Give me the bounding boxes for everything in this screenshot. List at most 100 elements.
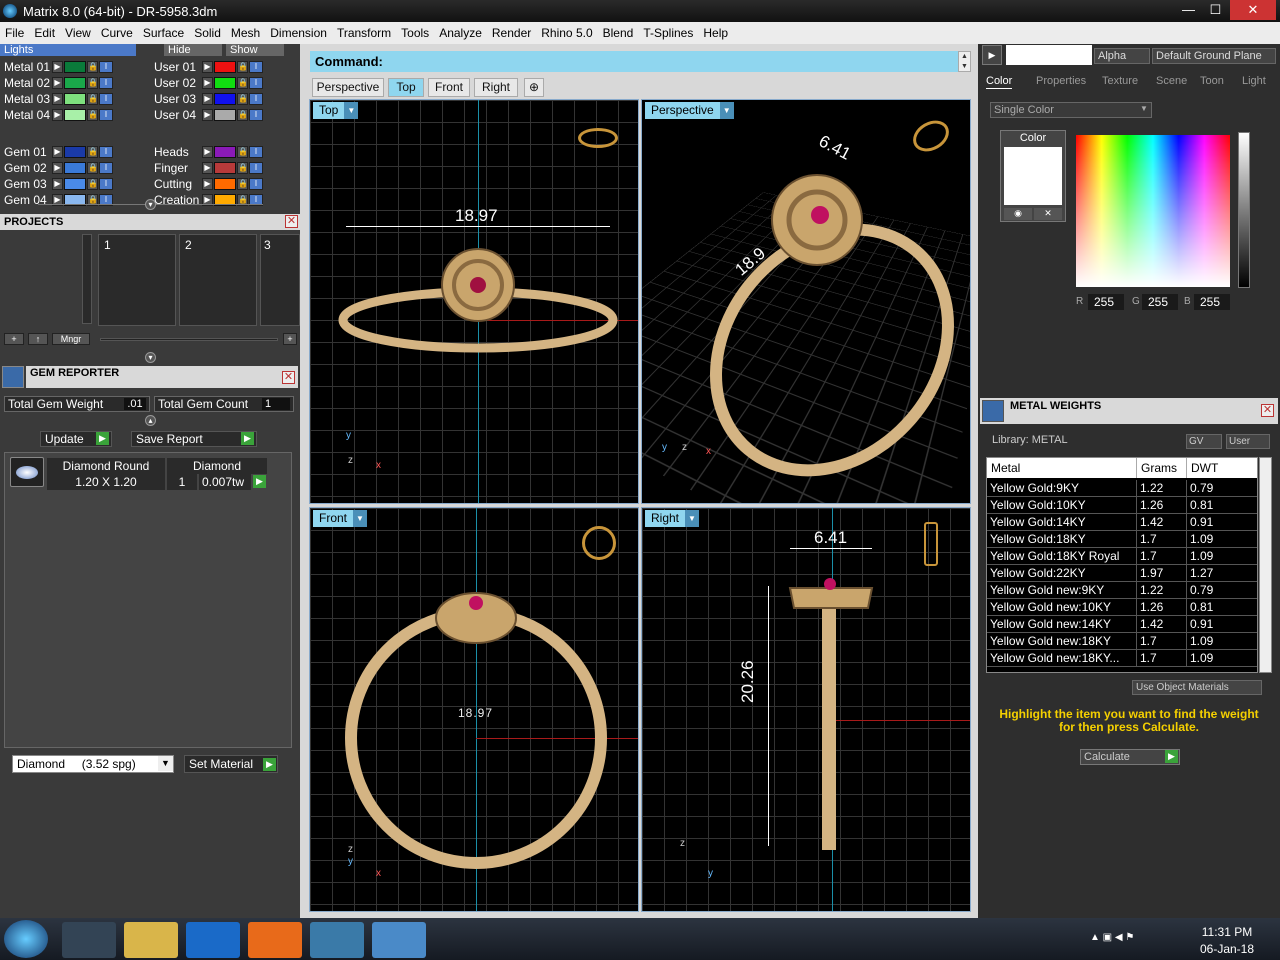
menu-item-file[interactable]: File (0, 26, 29, 40)
project-slot-2[interactable]: 2 (179, 234, 257, 326)
expand-icon[interactable]: ▶ (202, 108, 213, 121)
expand-icon[interactable]: ▶ (52, 60, 63, 73)
table-row[interactable]: Yellow Gold new:18KY 1.7 1.09 (987, 633, 1257, 650)
layer-row[interactable]: Gem 02 ▶ 🔒 I (0, 160, 114, 175)
collapse-icon[interactable]: ▾ (145, 199, 156, 210)
visibility-toggle[interactable]: I (249, 145, 263, 158)
tab-toon[interactable]: Toon (1200, 74, 1224, 89)
show-toggle[interactable]: Show (226, 44, 284, 56)
viewport-front[interactable]: Front ▼ 18.97 z y x (309, 507, 639, 912)
projects-scrollbar[interactable] (82, 234, 92, 324)
layer-color-swatch[interactable] (64, 145, 86, 158)
visibility-toggle[interactable]: I (99, 108, 113, 121)
expand-icon[interactable]: ▶ (202, 145, 213, 158)
layer-color-swatch[interactable] (214, 108, 236, 121)
color-wheel-icon[interactable]: ◉ (1004, 208, 1032, 220)
table-row[interactable]: Yellow Gold new:14KY 1.42 0.91 (987, 616, 1257, 633)
expand-icon[interactable]: ▶ (202, 76, 213, 89)
menu-item-blend[interactable]: Blend (598, 26, 639, 40)
table-row[interactable]: Yellow Gold:14KY 1.42 0.91 (987, 514, 1257, 531)
visibility-toggle[interactable]: I (99, 92, 113, 105)
expand-icon[interactable]: ▶ (52, 92, 63, 105)
tab-properties[interactable]: Properties (1036, 74, 1086, 89)
expand-icon[interactable]: ▶ (52, 177, 63, 190)
tab-light[interactable]: Light (1242, 74, 1266, 89)
image-viewer-icon[interactable] (372, 922, 426, 958)
expand-icon[interactable]: ▶ (52, 108, 63, 121)
menu-item-rhino-5-0[interactable]: Rhino 5.0 (536, 26, 597, 40)
plus-icon[interactable]: + (283, 333, 297, 345)
layer-color-swatch[interactable] (64, 108, 86, 121)
layer-color-swatch[interactable] (214, 92, 236, 105)
preview-field[interactable] (1006, 45, 1092, 65)
table-row[interactable]: Yellow Gold:22KY 1.97 1.27 (987, 565, 1257, 582)
lock-icon[interactable]: 🔒 (237, 92, 248, 105)
layer-row[interactable]: User 03 ▶ 🔒 I (150, 91, 264, 106)
menu-item-tools[interactable]: Tools (396, 26, 434, 40)
table-row[interactable]: Yellow Gold:18KY Royal 1.7 1.09 (987, 548, 1257, 565)
layer-row[interactable]: Metal 01 ▶ 🔒 I (0, 59, 114, 74)
collapse-icon[interactable]: ▴ (145, 415, 156, 426)
layer-color-swatch[interactable] (214, 161, 236, 174)
user-toggle[interactable]: User (1226, 434, 1270, 449)
lock-icon[interactable]: 🔒 (237, 76, 248, 89)
visibility-toggle[interactable]: I (99, 60, 113, 73)
visibility-toggle[interactable]: I (249, 60, 263, 73)
layer-color-swatch[interactable] (64, 76, 86, 89)
menu-item-surface[interactable]: Surface (138, 26, 189, 40)
expand-icon[interactable]: ▶ (52, 76, 63, 89)
layer-color-swatch[interactable] (64, 92, 86, 105)
layer-row[interactable]: User 02 ▶ 🔒 I (150, 75, 264, 90)
layer-row[interactable]: Metal 03 ▶ 🔒 I (0, 91, 114, 106)
chevron-down-icon[interactable]: ▼ (158, 756, 173, 771)
layer-row[interactable]: User 04 ▶ 🔒 I (150, 107, 264, 122)
add-project-button[interactable]: + (4, 333, 24, 345)
start-button[interactable] (4, 920, 48, 958)
command-scroll[interactable]: ▲ ▼ (958, 51, 971, 72)
expand-icon[interactable]: ▶ (52, 161, 63, 174)
layer-row[interactable]: Gem 03 ▶ 🔒 I (0, 176, 114, 191)
table-row[interactable]: Yellow Gold new:9KY 1.22 0.79 (987, 582, 1257, 599)
maximize-button[interactable]: ☐ (1202, 0, 1229, 20)
table-row[interactable]: Yellow Gold new:10KY 1.26 0.81 (987, 599, 1257, 616)
layer-row[interactable]: Finger ▶ 🔒 I (150, 160, 264, 175)
menu-item-curve[interactable]: Curve (96, 26, 138, 40)
tab-scene[interactable]: Scene (1156, 74, 1187, 89)
expand-icon[interactable]: ▶ (202, 60, 213, 73)
gv-toggle[interactable]: GV (1186, 434, 1222, 449)
collapse-icon[interactable]: ▾ (145, 352, 156, 363)
manager-button[interactable]: Mngr (52, 333, 90, 345)
menu-item-mesh[interactable]: Mesh (226, 26, 265, 40)
lock-icon[interactable]: 🔒 (237, 108, 248, 121)
layer-color-swatch[interactable] (214, 177, 236, 190)
expand-icon[interactable]: ▶ (202, 161, 213, 174)
lock-icon[interactable]: 🔒 (87, 92, 98, 105)
lock-icon[interactable]: 🔒 (87, 145, 98, 158)
layer-color-swatch[interactable] (64, 161, 86, 174)
close-icon[interactable]: ✕ (282, 371, 295, 384)
viewport-top[interactable]: Top ▼ 18.97 y x z (309, 99, 639, 504)
color-swatch[interactable] (1004, 147, 1062, 205)
layer-color-swatch[interactable] (214, 60, 236, 73)
column-header-metal[interactable]: Metal (987, 458, 1137, 478)
brightness-slider[interactable] (1238, 132, 1250, 288)
menu-item-transform[interactable]: Transform (332, 26, 396, 40)
up-button[interactable]: ↑ (28, 333, 48, 345)
lock-icon[interactable]: 🔒 (237, 161, 248, 174)
media-player-icon[interactable] (62, 922, 116, 958)
visibility-toggle[interactable]: I (99, 76, 113, 89)
lock-icon[interactable]: 🔒 (87, 76, 98, 89)
menu-item-t-splines[interactable]: T-Splines (638, 26, 698, 40)
visibility-toggle[interactable]: I (249, 177, 263, 190)
lights-layer[interactable]: Lights (0, 44, 136, 56)
lock-icon[interactable]: 🔒 (87, 161, 98, 174)
table-row[interactable]: Yellow Gold:10KY 1.26 0.81 (987, 497, 1257, 514)
menu-item-render[interactable]: Render (487, 26, 536, 40)
alpha-button[interactable]: Alpha (1094, 48, 1150, 64)
play-icon[interactable]: ▶ (263, 758, 276, 771)
tray-icons[interactable]: ▲ ▣ ◀ ⚑ (1090, 932, 1134, 943)
hide-toggle[interactable]: Hide (164, 44, 222, 56)
viewport-perspective[interactable]: Perspective ▼ 6.41 18.9 y z x (641, 99, 971, 504)
visibility-toggle[interactable]: I (249, 161, 263, 174)
menu-item-help[interactable]: Help (698, 26, 733, 40)
